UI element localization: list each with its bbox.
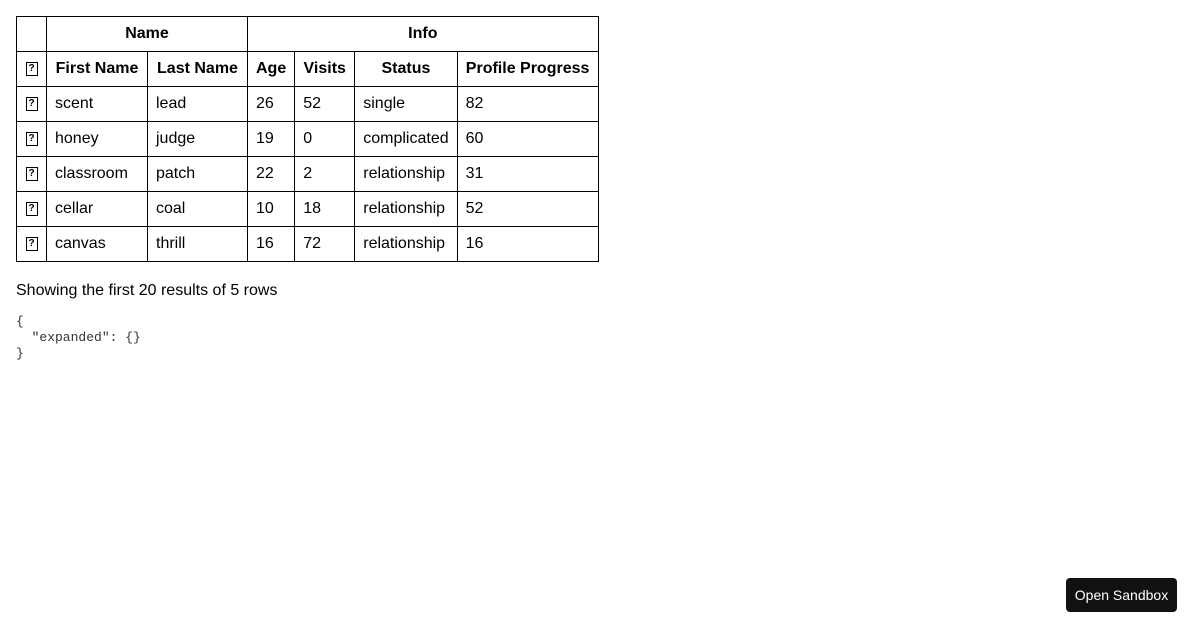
cell-first-name: cellar [46, 191, 148, 227]
cell-status: single [354, 86, 458, 122]
row-expand-icon[interactable]: ? [25, 131, 38, 146]
column-header-age: Age [246, 51, 296, 87]
cell-age: 16 [246, 226, 296, 262]
cell-age: 10 [246, 191, 296, 227]
row-expander-cell[interactable]: ? [16, 191, 47, 227]
cell-visits: 72 [294, 226, 356, 262]
column-header-profile-progress: Profile Progress [456, 51, 599, 87]
page-content: Name Info ? First Name Last Name Age Vis… [16, 16, 599, 362]
group-header-info: Info [247, 16, 599, 52]
cell-first-name: honey [46, 121, 148, 157]
expand-all-icon[interactable]: ? [25, 61, 38, 76]
column-header-visits: Visits [294, 51, 356, 87]
cell-first-name: scent [46, 86, 148, 122]
cell-last-name: thrill [147, 226, 248, 262]
table-state-json: { "expanded": {} } [16, 314, 141, 361]
cell-age: 22 [246, 156, 296, 192]
cell-last-name: patch [147, 156, 248, 192]
cell-visits: 2 [294, 156, 356, 192]
cell-profile-progress: 16 [456, 226, 599, 262]
cell-profile-progress: 82 [456, 86, 599, 122]
row-expander-cell[interactable]: ? [16, 86, 47, 122]
row-expander-cell[interactable]: ? [16, 156, 47, 192]
cell-last-name: coal [147, 191, 248, 227]
table-row: ? canvas thrill 16 72 relationship 16 [16, 226, 599, 262]
table-row: ? scent lead 26 52 single 82 [16, 86, 599, 122]
cell-last-name: lead [147, 86, 248, 122]
results-summary: Showing the first 20 results of 5 rows [16, 282, 278, 299]
expand-all-cell[interactable]: ? [16, 51, 47, 87]
group-header-name: Name [46, 16, 248, 52]
cell-profile-progress: 31 [456, 156, 599, 192]
data-table: Name Info ? First Name Last Name Age Vis… [16, 16, 599, 262]
row-expand-icon[interactable]: ? [25, 201, 38, 216]
cell-age: 19 [246, 121, 296, 157]
row-expand-icon[interactable]: ? [25, 96, 38, 111]
cell-status: relationship [354, 156, 458, 192]
cell-profile-progress: 52 [456, 191, 599, 227]
table-row: ? honey judge 19 0 complicated 60 [16, 121, 599, 157]
row-expander-cell[interactable]: ? [16, 121, 47, 157]
column-header-last-name: Last Name [147, 51, 248, 87]
row-expand-icon[interactable]: ? [25, 236, 38, 251]
cell-profile-progress: 60 [456, 121, 599, 157]
group-header-row: Name Info [16, 16, 599, 52]
cell-last-name: judge [147, 121, 248, 157]
cell-first-name: canvas [46, 226, 148, 262]
cell-status: complicated [354, 121, 458, 157]
column-header-row: ? First Name Last Name Age Visits Status… [16, 51, 599, 87]
column-header-first-name: First Name [46, 51, 148, 87]
row-expander-cell[interactable]: ? [16, 226, 47, 262]
cell-visits: 0 [294, 121, 356, 157]
row-expand-icon[interactable]: ? [25, 166, 38, 181]
cell-status: relationship [354, 191, 458, 227]
table-row: ? cellar coal 10 18 relationship 52 [16, 191, 599, 227]
cell-first-name: classroom [46, 156, 148, 192]
cell-visits: 52 [294, 86, 356, 122]
column-header-status: Status [354, 51, 458, 87]
table-row: ? classroom patch 22 2 relationship 31 [16, 156, 599, 192]
cell-age: 26 [246, 86, 296, 122]
cell-visits: 18 [294, 191, 356, 227]
open-sandbox-button[interactable]: Open Sandbox [1066, 578, 1177, 612]
cell-status: relationship [354, 226, 458, 262]
group-header-spacer [16, 16, 47, 52]
